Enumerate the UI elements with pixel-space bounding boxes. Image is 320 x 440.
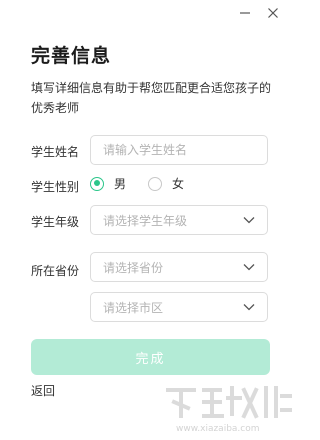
back-link[interactable]: 返回 (31, 382, 55, 399)
page-subtitle: 填写详细信息有助于帮您匹配更合适您孩子的优秀老师 (31, 81, 272, 115)
window-controls (238, 6, 280, 20)
gender-option-male[interactable]: 男 (90, 175, 126, 192)
minimize-button[interactable] (238, 6, 252, 20)
gender-option-female[interactable]: 女 (148, 175, 184, 192)
watermark-url: www.xiazaiba.com (176, 424, 260, 434)
student-name-input[interactable] (90, 135, 268, 165)
finish-button-label: 完成 (135, 351, 166, 367)
close-button[interactable] (266, 6, 280, 20)
finish-button[interactable]: 完成 (31, 339, 270, 375)
gender-option-label: 男 (114, 177, 127, 191)
province-select-placeholder: 请选择省份 (103, 260, 164, 275)
province-select[interactable]: 请选择省份 (90, 252, 268, 282)
page-title: 完善信息 (31, 45, 112, 67)
minimize-icon (240, 12, 250, 14)
gender-option-label: 女 (172, 177, 185, 191)
city-select[interactable]: 请选择市区 (90, 292, 268, 322)
radio-checked-icon (90, 176, 104, 191)
grade-select[interactable]: 请选择学生年级 (90, 205, 268, 235)
gender-label: 学生性别 (31, 180, 80, 194)
chevron-down-icon (243, 301, 255, 313)
province-label: 所在省份 (31, 264, 80, 278)
gender-radio-group: 男 女 (90, 175, 184, 192)
chevron-down-icon (243, 214, 255, 226)
radio-unchecked-icon (148, 176, 163, 191)
close-icon (268, 8, 278, 18)
grade-label: 学生年级 (31, 215, 80, 229)
chevron-down-icon (243, 261, 255, 273)
grade-select-placeholder: 请选择学生年级 (103, 213, 188, 228)
name-label: 学生姓名 (31, 145, 80, 159)
watermark-logo: www.xiazaiba.com (164, 376, 294, 436)
city-select-placeholder: 请选择市区 (103, 300, 164, 315)
